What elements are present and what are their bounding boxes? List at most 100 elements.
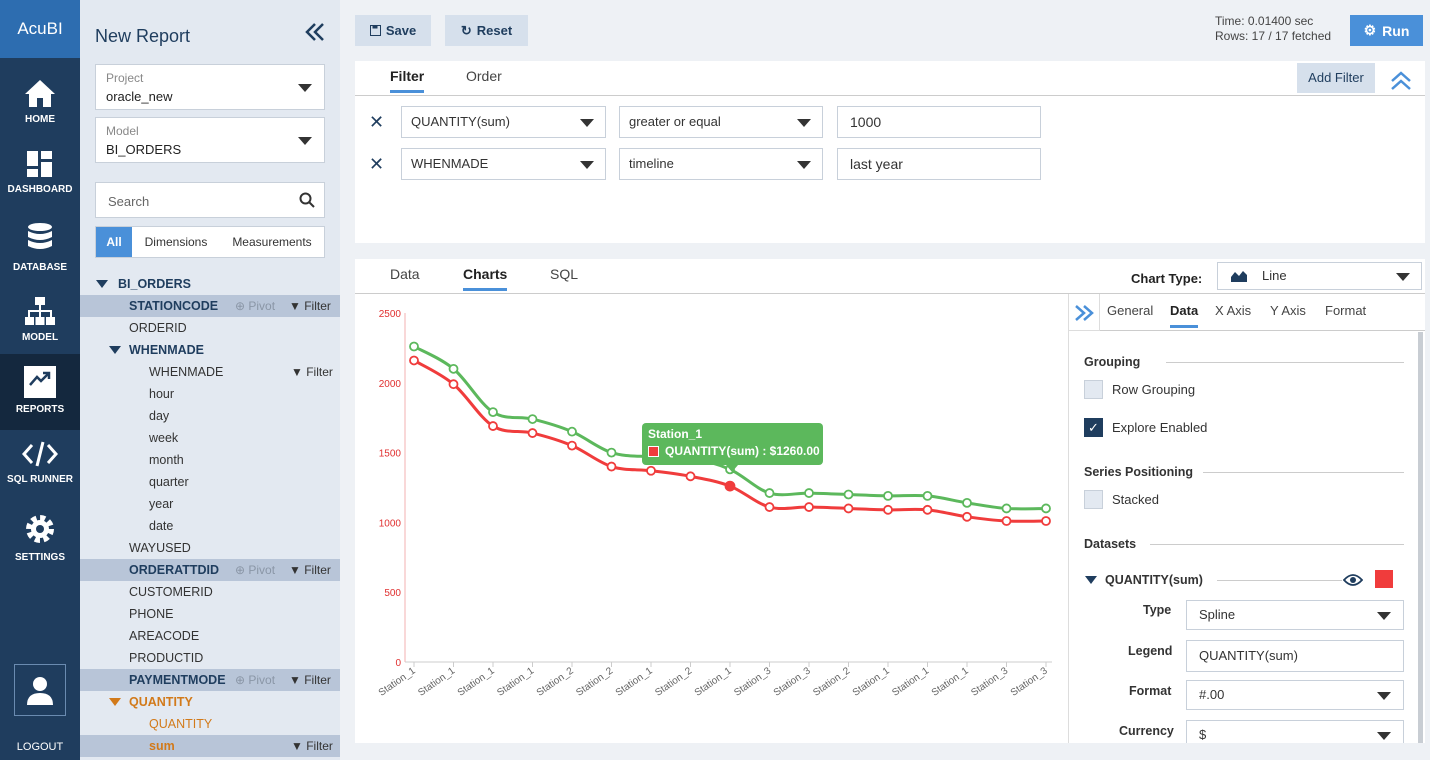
- currency-select[interactable]: $: [1186, 720, 1404, 743]
- nav-home[interactable]: HOME: [0, 78, 80, 154]
- nav-database[interactable]: DATABASE: [0, 222, 80, 298]
- tab-filter[interactable]: Filter: [390, 68, 425, 93]
- row-grouping-checkbox[interactable]: [1084, 380, 1103, 399]
- tree-item[interactable]: PRODUCTID: [80, 647, 340, 669]
- tree-item[interactable]: hour: [80, 383, 340, 405]
- expand-panel-button[interactable]: [1069, 294, 1100, 331]
- pivot-action[interactable]: ⊕ Pivot: [235, 669, 275, 691]
- tree-item[interactable]: PAYMENTMODE ⊕ Pivot ▼ Filter: [80, 669, 340, 691]
- stacked-checkbox[interactable]: [1084, 490, 1103, 509]
- data-point: [488, 407, 498, 418]
- app-logo: AcuBI: [0, 0, 80, 58]
- tooltip-arrow: [726, 465, 738, 472]
- filter-action[interactable]: ▼ Filter: [289, 669, 331, 691]
- chart-type-select[interactable]: Line: [1217, 262, 1422, 290]
- x-tick-label: Station_2: [811, 665, 852, 698]
- collapse-sidebar-icon[interactable]: [304, 22, 326, 42]
- tab-sql[interactable]: SQL: [550, 266, 578, 282]
- x-tick-label: Station_1: [930, 665, 971, 698]
- settings-tab-x-axis[interactable]: X Axis: [1215, 303, 1251, 318]
- filter-value-input[interactable]: last year: [837, 148, 1041, 180]
- search-icon[interactable]: [299, 192, 315, 208]
- tree-item[interactable]: month: [80, 449, 340, 471]
- remove-filter-icon[interactable]: ✕: [369, 112, 384, 133]
- tree-item[interactable]: WHENMADE ▼ Filter: [80, 361, 340, 383]
- tree-item[interactable]: quarter: [80, 471, 340, 493]
- tab-order[interactable]: Order: [466, 68, 502, 84]
- tree-item[interactable]: ORDERID: [80, 317, 340, 339]
- x-tick-label: Station_1: [377, 665, 418, 698]
- scrollbar[interactable]: [1418, 332, 1423, 743]
- tree-item[interactable]: QUANTITY: [80, 691, 340, 713]
- settings-tab-data[interactable]: Data: [1170, 303, 1199, 328]
- tree-item[interactable]: QUANTITY: [80, 713, 340, 735]
- x-tick-label: Station_1: [495, 665, 536, 698]
- eye-icon[interactable]: [1343, 573, 1363, 587]
- segment-dimensions[interactable]: Dimensions: [132, 227, 220, 257]
- tree-item[interactable]: day: [80, 405, 340, 427]
- divider: [1217, 580, 1342, 581]
- settings-tab-y-axis[interactable]: Y Axis: [1270, 303, 1306, 318]
- avatar[interactable]: [14, 664, 66, 716]
- pivot-action[interactable]: ⊕ Pivot: [235, 559, 275, 581]
- query-stats: Time: 0.01400 sec Rows: 17 / 17 fetched: [1215, 14, 1331, 44]
- tree-item[interactable]: STATIONCODE ⊕ Pivot ▼ Filter: [80, 295, 340, 317]
- x-tick-label: Station_1: [851, 665, 892, 698]
- remove-filter-icon[interactable]: ✕: [369, 154, 384, 175]
- tree-item[interactable]: CUSTOMERID: [80, 581, 340, 603]
- tree-item[interactable]: PHONE: [80, 603, 340, 625]
- filter-action[interactable]: ▼ Filter: [291, 361, 333, 383]
- filter-operator-select[interactable]: timeline: [619, 148, 823, 180]
- nav-reports[interactable]: REPORTS: [0, 354, 80, 430]
- explore-enabled-checkbox[interactable]: ✓: [1084, 418, 1103, 437]
- filter-action[interactable]: ▼ Filter: [289, 559, 331, 581]
- tree-item[interactable]: BI_ORDERS: [80, 273, 340, 295]
- tree-item[interactable]: ORDERATTDID ⊕ Pivot ▼ Filter: [80, 559, 340, 581]
- logout-link[interactable]: LOGOUT: [0, 741, 80, 753]
- tree-item[interactable]: sum ▼ Filter: [80, 735, 340, 757]
- data-point: [646, 465, 656, 476]
- filter-action[interactable]: ▼ Filter: [291, 735, 333, 757]
- project-select[interactable]: Project oracle_new: [95, 64, 325, 110]
- dataset-expand-icon[interactable]: [1085, 576, 1097, 584]
- settings-tab-format[interactable]: Format: [1325, 303, 1366, 318]
- data-point: [448, 379, 459, 390]
- add-filter-button[interactable]: Add Filter: [1297, 63, 1375, 93]
- tree-item[interactable]: WAYUSED: [80, 537, 340, 559]
- data-point: [962, 497, 972, 508]
- pivot-action[interactable]: ⊕ Pivot: [235, 295, 275, 317]
- model-select[interactable]: Model BI_ORDERS: [95, 117, 325, 163]
- tab-charts[interactable]: Charts: [463, 266, 508, 291]
- filter-operator-select[interactable]: greater or equal: [619, 106, 823, 138]
- x-tick-label: Station_1: [614, 665, 655, 698]
- filter-value-input[interactable]: 1000: [837, 106, 1041, 138]
- nav-sql-runner[interactable]: SQL RUNNER: [0, 440, 80, 516]
- legend-input[interactable]: QUANTITY(sum): [1186, 640, 1404, 672]
- tree-item[interactable]: week: [80, 427, 340, 449]
- gear-icon: [26, 515, 54, 543]
- tree-item[interactable]: AREACODE: [80, 625, 340, 647]
- search-input[interactable]: Search: [95, 182, 325, 218]
- nav-label: DATABASE: [12, 262, 68, 273]
- tab-data[interactable]: Data: [390, 266, 420, 282]
- nav-settings[interactable]: SETTINGS: [0, 512, 80, 588]
- filter-field-select[interactable]: QUANTITY(sum): [401, 106, 606, 138]
- run-button[interactable]: ⚙ Run: [1350, 15, 1423, 46]
- type-select[interactable]: Spline: [1186, 600, 1404, 630]
- filter-field-select[interactable]: WHENMADE: [401, 148, 606, 180]
- settings-tab-general[interactable]: General: [1107, 303, 1153, 318]
- line-chart: 05001000150020002500Station_1Station_1St…: [377, 309, 1052, 699]
- segment-measurements[interactable]: Measurements: [220, 227, 324, 257]
- segment-all[interactable]: All: [96, 227, 132, 257]
- dataset-color-swatch[interactable]: [1375, 570, 1393, 588]
- filter-action[interactable]: ▼ Filter: [289, 295, 331, 317]
- save-button[interactable]: Save: [355, 15, 431, 46]
- format-select[interactable]: #.00: [1186, 680, 1404, 710]
- nav-dashboard[interactable]: DASHBOARD: [0, 150, 80, 226]
- tree-item[interactable]: date: [80, 515, 340, 537]
- tree-item[interactable]: year: [80, 493, 340, 515]
- tree-item[interactable]: WHENMADE: [80, 339, 340, 361]
- data-point: [606, 447, 617, 458]
- reset-button[interactable]: ↻ Reset: [445, 15, 528, 46]
- collapse-up-icon[interactable]: [1390, 70, 1412, 90]
